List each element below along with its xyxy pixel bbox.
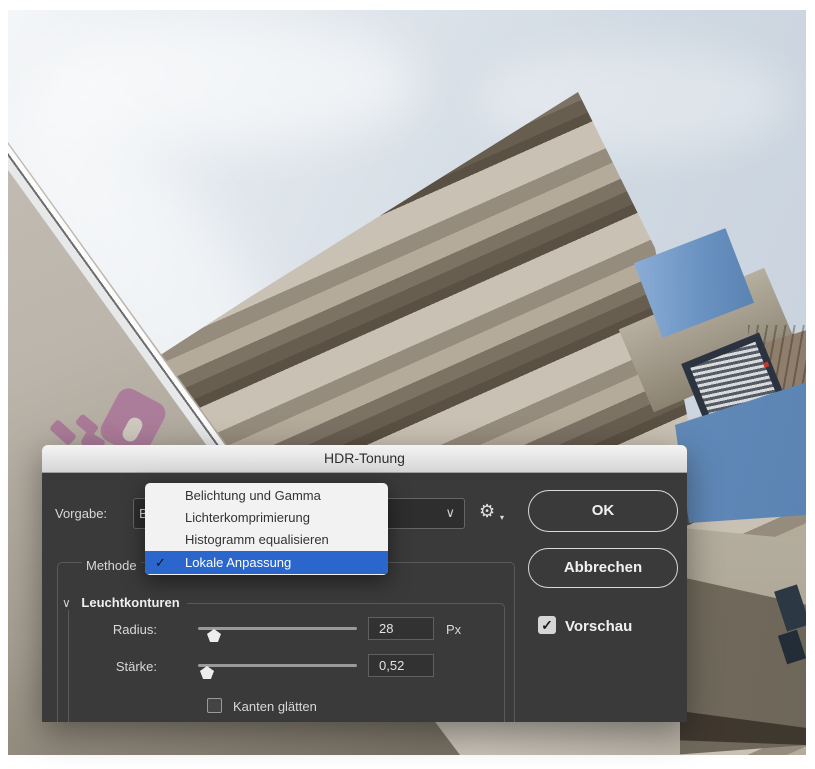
method-dropdown-menu: Belichtung und Gamma Lichterkomprimierun…	[145, 483, 388, 575]
gear-caret-icon: ▾	[500, 513, 505, 522]
preview-label: Vorschau	[565, 618, 633, 635]
strength-label: Stärke:	[115, 659, 157, 674]
dialog-titlebar[interactable]: HDR-Tonung	[42, 445, 687, 473]
cancel-button[interactable]: Abbrechen	[528, 548, 678, 588]
menu-item-equalize-histogram[interactable]: Histogramm equalisieren	[145, 529, 388, 551]
page: HDR-Tonung Vorgabe: B ∨ ⚙ ▾ OK Abbrechen…	[0, 0, 815, 769]
preview-checkbox[interactable]: ✓	[538, 616, 556, 634]
smooth-edges-label: Kanten glätten	[233, 699, 317, 714]
red-detail	[762, 361, 770, 368]
strength-value-field[interactable]: 0,52	[368, 654, 434, 677]
strength-slider-track[interactable]	[198, 664, 357, 667]
dialog-title: HDR-Tonung	[324, 450, 405, 466]
ok-button[interactable]: OK	[528, 490, 678, 532]
radius-label: Radius:	[112, 622, 157, 637]
method-label: Methode	[82, 558, 141, 573]
menu-item-highlight-compression[interactable]: Lichterkomprimierung	[145, 507, 388, 529]
gear-icon[interactable]: ⚙	[479, 501, 495, 522]
preset-label: Vorgabe:	[55, 506, 108, 521]
radius-slider-track[interactable]	[198, 627, 357, 630]
check-icon: ✓	[155, 555, 166, 570]
smooth-edges-checkbox[interactable]	[207, 698, 222, 713]
menu-item-local-adaptation[interactable]: ✓ Lokale Anpassung	[145, 551, 388, 574]
radius-value-field[interactable]: 28	[368, 617, 434, 640]
edge-glow-legend[interactable]: ∨ Leuchtkonturen	[58, 595, 187, 610]
chevron-down-icon[interactable]: ∨	[62, 596, 71, 610]
edge-glow-title: Leuchtkonturen	[81, 595, 180, 610]
chevron-down-icon: ∨	[445, 505, 455, 520]
radius-unit-label: Px	[446, 622, 462, 637]
menu-item-exposure-gamma[interactable]: Belichtung und Gamma	[145, 485, 388, 507]
